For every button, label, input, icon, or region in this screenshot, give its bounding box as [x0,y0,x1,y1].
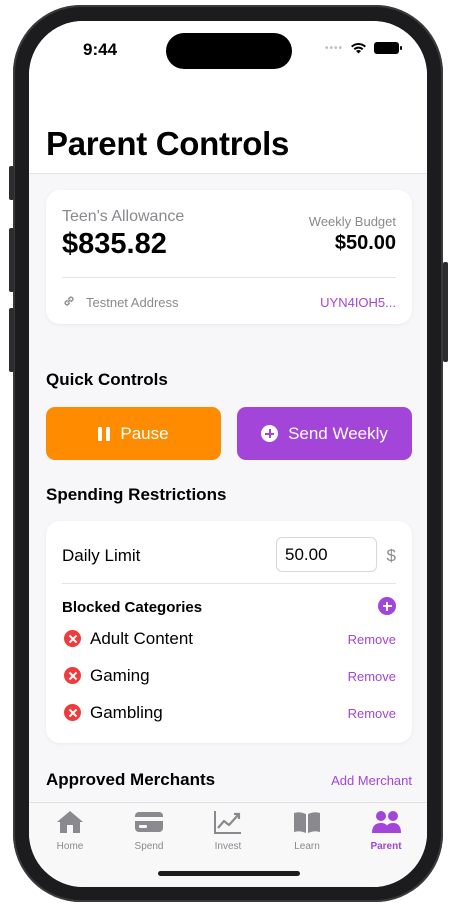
add-category-button[interactable] [378,597,396,615]
header: Parent Controls [29,81,427,174]
weekly-budget-label: Weekly Budget [308,214,396,229]
remove-category-button[interactable]: Remove [348,706,396,721]
category-name: Adult Content [90,629,194,648]
status-bar: 9:44 •••• [29,21,427,81]
address-row: Testnet Address UYN4IOH5... [62,294,396,312]
daily-limit-input[interactable] [276,537,377,572]
battery-icon [374,42,402,54]
approved-merchants-title: Approved Merchants [46,770,216,789]
remove-category-button[interactable]: Remove [348,669,396,684]
house-icon [57,811,83,833]
daily-limit-label: Daily Limit [62,546,141,565]
status-icons: •••• [324,42,402,54]
spending-restrictions-card: Daily Limit $ Blocked Categories Adult C… [46,521,412,743]
chart-icon [214,811,241,834]
screen: 9:44 •••• Parent Controls Teen's Allowan… [29,21,427,887]
pause-icon [98,426,111,441]
blocked-icon [64,630,81,647]
main-content[interactable]: Teen's Allowance $835.82 Weekly Budget $… [29,174,427,844]
card-icon [135,812,163,832]
tab-label: Parent [370,841,402,852]
add-merchant-button[interactable]: Add Merchant [331,773,412,788]
send-weekly-button-label: Send Weekly [288,423,388,443]
testnet-address-value[interactable]: UYN4IOH5... [320,295,396,310]
status-time: 9:44 [83,40,118,59]
tab-parent[interactable]: Parent [350,809,422,852]
weekly-budget-amount: $50.00 [334,232,396,254]
tab-label: Home [56,841,84,852]
link-icon [64,296,74,306]
currency-symbol: $ [386,546,396,565]
dynamic-island [166,33,292,69]
send-weekly-button[interactable]: Send Weekly [237,407,412,460]
blocked-category-row: Gambling Remove [62,701,396,725]
volume-up-button [9,228,14,292]
power-button [443,262,448,362]
quick-controls-title: Quick Controls [46,370,168,389]
pause-button[interactable]: Pause [46,407,221,460]
pause-button-label: Pause [120,423,169,443]
blocked-icon [64,704,81,721]
plus-circle-icon [261,425,279,442]
signal-icon: •••• [324,42,343,54]
tab-label: Spend [134,841,164,852]
blocked-category-row: Gaming Remove [62,664,396,688]
category-name: Gaming [90,666,150,685]
category-name: Gambling [90,703,163,722]
tab-invest[interactable]: Invest [192,809,264,852]
tab-label: Invest [214,841,242,852]
silent-switch [9,166,14,200]
tab-learn[interactable]: Learn [271,809,343,852]
page-title: Parent Controls [46,125,290,162]
remove-category-button[interactable]: Remove [348,632,396,647]
tab-label: Learn [294,841,320,852]
testnet-address-label: Testnet Address [86,295,179,310]
spending-restrictions-title: Spending Restrictions [46,485,227,504]
wifi-icon [351,42,366,54]
allowance-card: Teen's Allowance $835.82 Weekly Budget $… [46,190,412,324]
allowance-balance: $835.82 [62,228,167,260]
volume-down-button [9,308,14,372]
tab-home[interactable]: Home [34,809,106,852]
tab-spend[interactable]: Spend [113,809,185,852]
home-indicator[interactable] [158,871,300,876]
people-icon [372,811,401,833]
allowance-label: Teen's Allowance [62,208,185,225]
blocked-category-row: Adult Content Remove [62,627,396,651]
card-divider [62,583,396,584]
blocked-icon [64,667,81,684]
blocked-categories-title: Blocked Categories [62,599,203,616]
book-icon [294,812,320,833]
card-divider [62,277,396,278]
